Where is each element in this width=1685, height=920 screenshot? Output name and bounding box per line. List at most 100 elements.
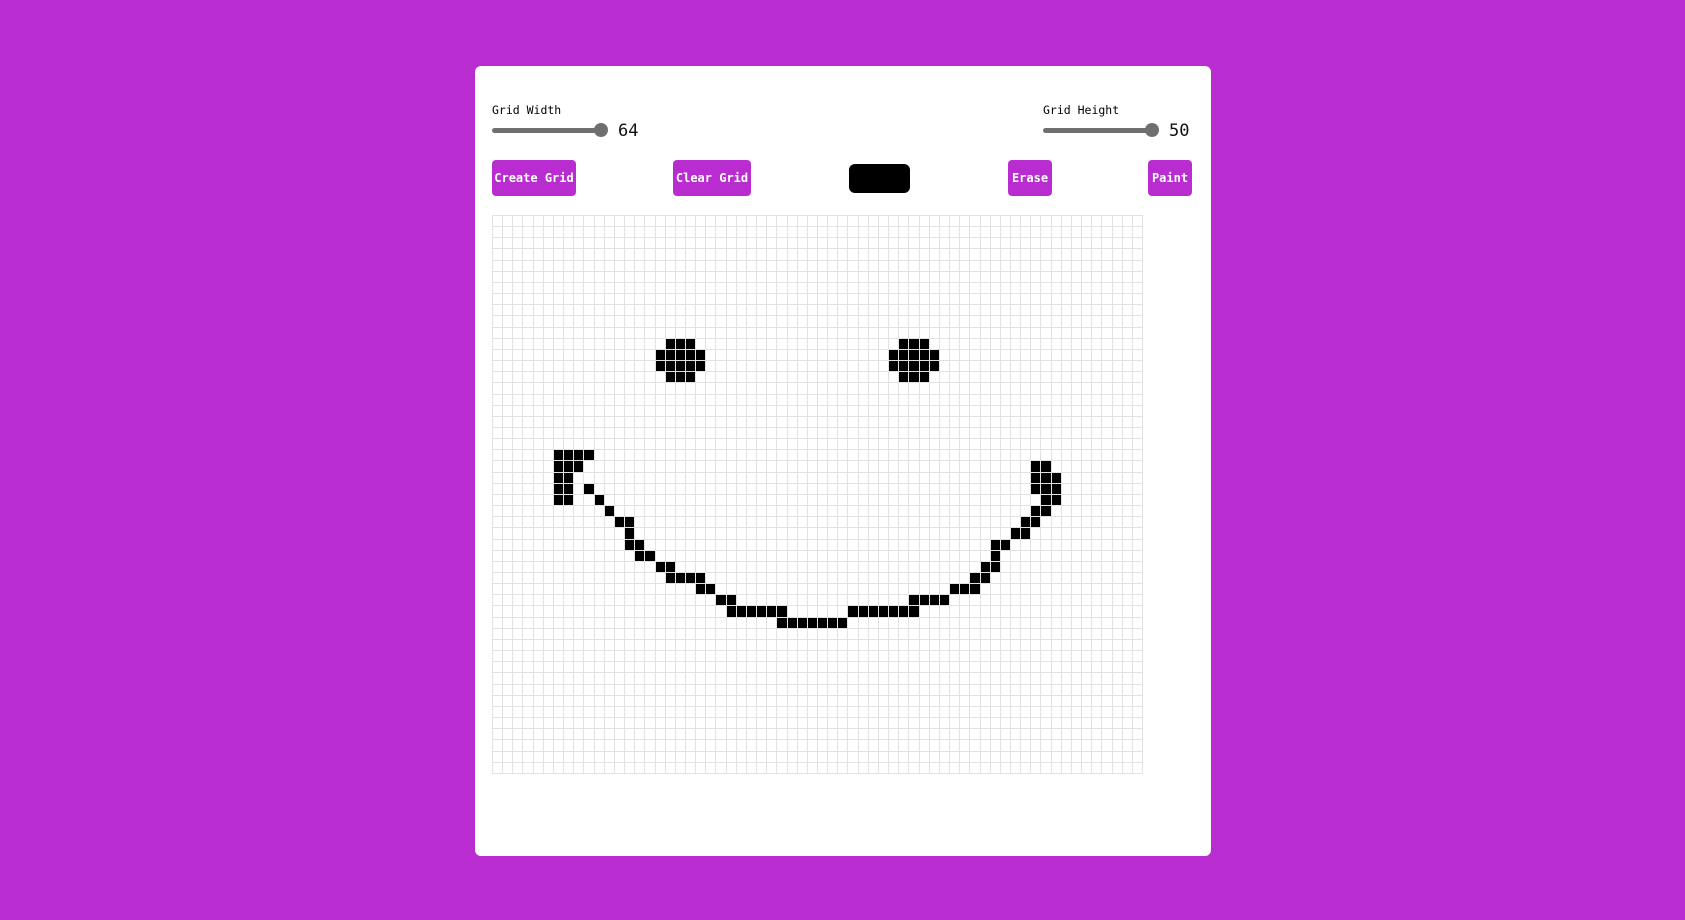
grid-cell[interactable] (818, 327, 828, 338)
grid-cell[interactable] (1102, 427, 1112, 439)
grid-cell[interactable] (990, 294, 1000, 305)
grid-cell[interactable] (787, 271, 797, 282)
grid-cell[interactable] (604, 372, 614, 383)
grid-cell[interactable] (767, 573, 777, 584)
grid-cell[interactable] (858, 539, 868, 550)
grid-cell[interactable] (553, 338, 564, 349)
grid-cell[interactable] (1041, 282, 1051, 294)
grid-cell[interactable] (696, 539, 706, 550)
grid-cell[interactable] (868, 216, 878, 227)
grid-cell[interactable] (970, 361, 980, 372)
grid-cell[interactable] (503, 639, 513, 651)
grid-cell[interactable] (828, 628, 838, 639)
grid-cell[interactable] (604, 550, 614, 561)
grid-cell[interactable] (1051, 628, 1061, 639)
grid-cell[interactable] (787, 695, 797, 706)
grid-cell[interactable] (909, 316, 919, 327)
grid-cell[interactable] (716, 439, 726, 450)
grid-cell[interactable] (1132, 539, 1142, 550)
grid-cell[interactable] (787, 662, 797, 673)
grid-cell[interactable] (950, 349, 960, 361)
grid-cell[interactable] (564, 327, 574, 338)
grid-cell[interactable] (787, 639, 797, 651)
grid-cell[interactable] (1051, 238, 1061, 249)
grid-cell[interactable] (564, 394, 574, 405)
grid-cell[interactable] (614, 349, 625, 361)
grid-cell[interactable] (1112, 673, 1122, 684)
grid-cell[interactable] (736, 662, 746, 673)
grid-cell[interactable] (767, 751, 777, 762)
grid-cell[interactable] (848, 472, 858, 483)
grid-cell[interactable] (696, 729, 706, 740)
grid-cell[interactable] (767, 606, 777, 617)
grid-cell[interactable] (523, 695, 533, 706)
grid-cell[interactable] (706, 762, 716, 773)
grid-cell[interactable] (929, 227, 939, 238)
grid-cell[interactable] (594, 461, 604, 472)
grid-cell[interactable] (513, 450, 523, 461)
grid-cell[interactable] (1092, 216, 1102, 227)
grid-cell[interactable] (1031, 617, 1041, 628)
grid-cell[interactable] (787, 573, 797, 584)
grid-cell[interactable] (838, 349, 848, 361)
grid-cell[interactable] (1000, 528, 1010, 539)
grid-cell[interactable] (503, 584, 513, 595)
grid-cell[interactable] (706, 338, 716, 349)
grid-cell[interactable] (574, 528, 584, 539)
grid-cell[interactable] (939, 494, 950, 506)
grid-cell[interactable] (828, 617, 838, 628)
grid-cell[interactable] (797, 662, 807, 673)
grid-cell[interactable] (675, 517, 685, 528)
grid-cell[interactable] (716, 494, 726, 506)
grid-cell[interactable] (716, 639, 726, 651)
grid-cell[interactable] (1041, 461, 1051, 472)
grid-cell[interactable] (1000, 595, 1010, 606)
grid-cell[interactable] (513, 260, 523, 271)
grid-cell[interactable] (807, 249, 817, 260)
grid-cell[interactable] (919, 383, 929, 394)
grid-cell[interactable] (777, 517, 787, 528)
grid-cell[interactable] (848, 227, 858, 238)
grid-cell[interactable] (696, 573, 706, 584)
grid-cell[interactable] (533, 561, 543, 572)
grid-cell[interactable] (787, 628, 797, 639)
grid-cell[interactable] (533, 751, 543, 762)
grid-cell[interactable] (767, 461, 777, 472)
grid-cell[interactable] (614, 751, 625, 762)
grid-cell[interactable] (838, 606, 848, 617)
grid-cell[interactable] (929, 249, 939, 260)
grid-cell[interactable] (523, 751, 533, 762)
grid-cell[interactable] (1051, 249, 1061, 260)
grid-cell[interactable] (746, 271, 757, 282)
grid-cell[interactable] (604, 684, 614, 695)
grid-cell[interactable] (1021, 316, 1031, 327)
grid-cell[interactable] (909, 305, 919, 316)
grid-cell[interactable] (889, 383, 899, 394)
grid-cell[interactable] (1132, 494, 1142, 506)
grid-cell[interactable] (564, 595, 574, 606)
grid-cell[interactable] (960, 405, 970, 416)
grid-cell[interactable] (950, 271, 960, 282)
grid-cell[interactable] (1092, 617, 1102, 628)
grid-cell[interactable] (493, 639, 503, 651)
grid-cell[interactable] (543, 238, 553, 249)
grid-cell[interactable] (868, 305, 878, 316)
grid-cell[interactable] (767, 662, 777, 673)
grid-cell[interactable] (878, 461, 889, 472)
grid-cell[interactable] (950, 695, 960, 706)
grid-cell[interactable] (990, 561, 1000, 572)
grid-cell[interactable] (746, 260, 757, 271)
grid-cell[interactable] (807, 550, 817, 561)
grid-cell[interactable] (1021, 528, 1031, 539)
grid-cell[interactable] (503, 338, 513, 349)
grid-cell[interactable] (1021, 238, 1031, 249)
grid-cell[interactable] (757, 472, 767, 483)
grid-cell[interactable] (848, 405, 858, 416)
grid-cell[interactable] (1031, 327, 1041, 338)
grid-cell[interactable] (838, 695, 848, 706)
grid-cell[interactable] (909, 695, 919, 706)
grid-cell[interactable] (584, 539, 594, 550)
grid-cell[interactable] (889, 450, 899, 461)
grid-cell[interactable] (1092, 550, 1102, 561)
grid-cell[interactable] (1061, 249, 1071, 260)
